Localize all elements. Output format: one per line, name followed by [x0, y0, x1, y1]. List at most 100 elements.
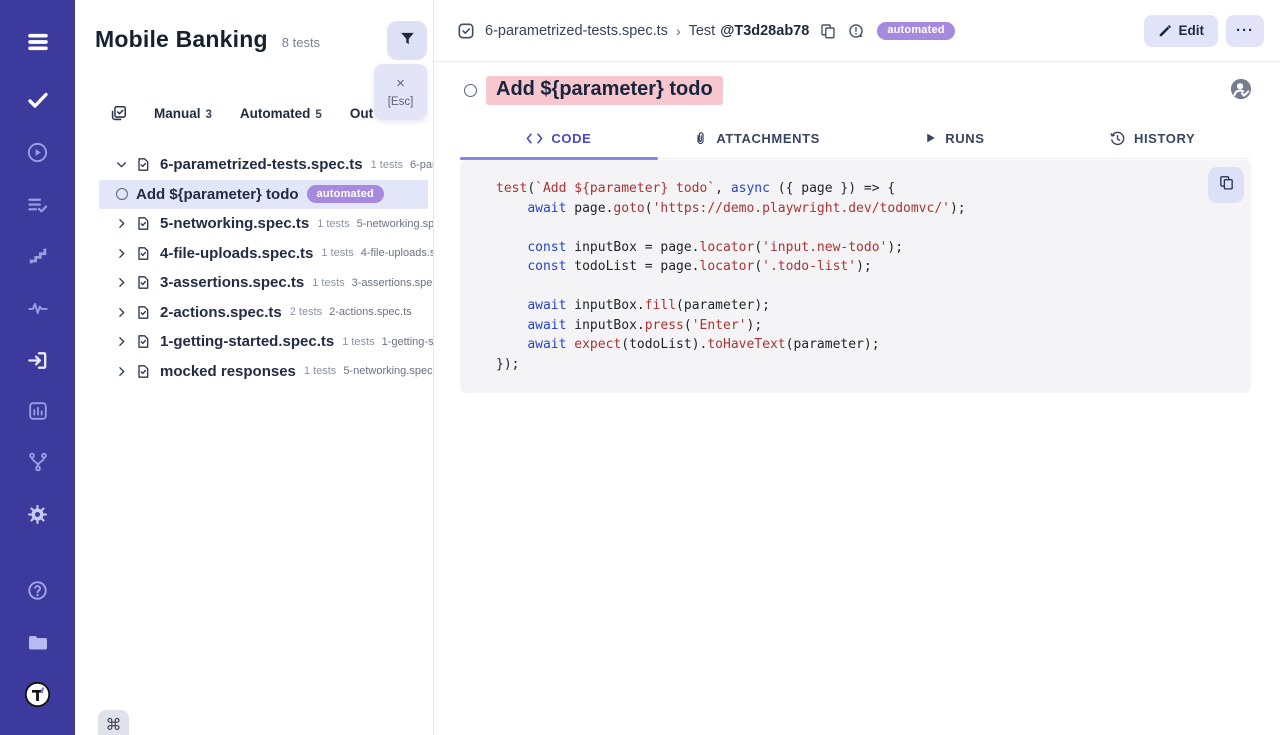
- command-icon: ⌘: [106, 715, 122, 735]
- breadcrumb-separator: ›: [676, 23, 681, 39]
- more-button[interactable]: ···: [1226, 15, 1264, 47]
- tab-history[interactable]: HISTORY: [1053, 118, 1251, 158]
- sidebar-item-analytics[interactable]: [0, 394, 75, 428]
- edit-button[interactable]: Edit: [1144, 15, 1219, 47]
- esc-hint: [Esc]: [388, 96, 414, 108]
- funnel-icon: [399, 30, 416, 52]
- suite-test-count: 1 tests: [321, 247, 353, 259]
- automated-badge: automated: [877, 22, 954, 40]
- tree-suite-row[interactable]: 6-parametrized-tests.spec.ts1 tests6-par…: [75, 150, 433, 180]
- filter-button[interactable]: [387, 21, 427, 60]
- code-line: [496, 218, 1251, 238]
- chevron-right-icon[interactable]: [115, 247, 130, 260]
- top-actions: Edit ···: [1144, 15, 1265, 47]
- suite-test-count: 1 tests: [342, 336, 374, 348]
- suite-file-path: 6-para: [410, 159, 433, 171]
- check-icon: [26, 88, 50, 112]
- paperclip-icon: [693, 130, 708, 147]
- close-icon[interactable]: ×: [396, 76, 405, 92]
- file-check-icon: [135, 245, 151, 262]
- code-line: await page.goto('https://demo.playwright…: [496, 199, 1251, 219]
- list-check-icon: [26, 194, 49, 217]
- sidebar-item-plans[interactable]: [0, 188, 75, 222]
- tree-suite-row[interactable]: 5-networking.spec.ts1 tests5-networking.…: [75, 209, 433, 239]
- breadcrumb: 6-parametrized-tests.spec.ts › Test @T3d…: [456, 21, 955, 41]
- sidebar-item-signin[interactable]: [0, 343, 75, 377]
- tab-code[interactable]: CODE: [460, 118, 658, 158]
- command-shortcut-button[interactable]: ⌘: [98, 710, 129, 735]
- tab-label: ATTACHMENTS: [716, 131, 820, 146]
- tab-attachments[interactable]: ATTACHMENTS: [658, 118, 856, 158]
- bar-chart-icon: [27, 400, 49, 422]
- suite-name: 2-actions.spec.ts: [160, 304, 282, 321]
- code-line: await inputBox.fill(parameter);: [496, 296, 1251, 316]
- history-alert-icon[interactable]: [847, 22, 865, 40]
- tree-suite-row[interactable]: 2-actions.spec.ts2 tests2-actions.spec.t…: [75, 298, 433, 328]
- suite-test-count: 1 tests: [371, 159, 403, 171]
- menu-icon: [25, 29, 51, 55]
- chevron-right-icon[interactable]: [115, 276, 130, 289]
- chevron-down-icon[interactable]: [115, 158, 130, 171]
- suite-name: 5-networking.spec.ts: [160, 215, 309, 232]
- breadcrumb-label: Test: [689, 23, 716, 39]
- code-line: await inputBox.press('Enter');: [496, 316, 1251, 336]
- code-line: });: [496, 355, 1251, 375]
- filter-tab-count: 5: [315, 109, 321, 121]
- filter-tab-label: Manual: [154, 106, 201, 121]
- logo-icon: [24, 681, 51, 708]
- sidebar: [0, 0, 75, 735]
- pulse-icon: [27, 297, 49, 319]
- app: Mobile Banking 8 tests × [Esc] Manual3 Au…: [0, 0, 1280, 735]
- project-title: Mobile Banking: [95, 26, 268, 53]
- code-panel: test(`Add ${parameter} todo`, async ({ p…: [460, 160, 1251, 393]
- ellipsis-icon: ···: [1236, 22, 1254, 39]
- sidebar-item-menu[interactable]: [0, 25, 75, 59]
- file-check-icon: [135, 333, 151, 350]
- filter-tab-manual[interactable]: Manual3: [154, 106, 212, 121]
- code-block: test(`Add ${parameter} todo`, async ({ p…: [496, 179, 1251, 374]
- breadcrumb-file[interactable]: 6-parametrized-tests.spec.ts: [485, 23, 668, 39]
- tree-suite-row[interactable]: 4-file-uploads.spec.ts1 tests4-file-uplo…: [75, 239, 433, 269]
- chevron-right-icon[interactable]: [115, 335, 130, 348]
- chevron-right-icon[interactable]: [115, 365, 130, 378]
- tree-suite-row[interactable]: 1-getting-started.spec.ts1 tests1-gettin…: [75, 327, 433, 357]
- code-line: [496, 277, 1251, 297]
- filter-tab-label: Automated: [240, 106, 311, 121]
- sidebar-item-milestones[interactable]: [0, 239, 75, 273]
- filter-tab-automated[interactable]: Automated 5: [240, 106, 322, 121]
- file-check-icon: [135, 363, 151, 380]
- suite-name: 4-file-uploads.spec.ts: [160, 245, 313, 262]
- filter-tab-label: Out: [350, 106, 373, 121]
- sidebar-item-settings[interactable]: [0, 497, 75, 531]
- code-line: const todoList = page.locator('.todo-lis…: [496, 257, 1251, 277]
- suite-file-path: 3-assertions.spec.t: [352, 277, 433, 289]
- tab-label: RUNS: [945, 131, 984, 146]
- play-circle-icon: [26, 141, 49, 164]
- sidebar-item-tests[interactable]: [0, 83, 75, 117]
- chevron-right-icon[interactable]: [115, 217, 130, 230]
- tab-runs[interactable]: RUNS: [856, 118, 1054, 158]
- sign-in-icon: [26, 349, 49, 372]
- tree-test-row[interactable]: Add ${parameter} todoautomated: [99, 180, 428, 210]
- main-topbar: 6-parametrized-tests.spec.ts › Test @T3d…: [434, 0, 1280, 62]
- filter-tab-out[interactable]: Out: [350, 106, 373, 121]
- copy-id-icon[interactable]: [819, 22, 837, 40]
- sidebar-item-files[interactable]: [0, 626, 75, 660]
- sidebar-item-pulse[interactable]: [0, 291, 75, 325]
- explorer-header: Mobile Banking 8 tests: [95, 26, 320, 53]
- pencil-icon: [1158, 24, 1172, 38]
- gear-icon: [26, 503, 49, 526]
- test-state-icon: [464, 84, 477, 97]
- chevron-right-icon[interactable]: [115, 306, 130, 319]
- tree-suite-row[interactable]: mocked responses1 tests5-networking.spec…: [75, 357, 433, 387]
- assignee-avatar[interactable]: [1230, 78, 1252, 100]
- tree-suite-row[interactable]: 3-assertions.spec.ts1 tests3-assertions.…: [75, 268, 433, 298]
- suite-file-path: 5-networking.spe: [357, 218, 433, 230]
- select-all-icon[interactable]: [109, 104, 128, 123]
- sidebar-item-branches[interactable]: [0, 445, 75, 479]
- sidebar-item-help[interactable]: [0, 573, 75, 607]
- sidebar-item-runs[interactable]: [0, 135, 75, 169]
- git-branch-icon: [27, 451, 49, 473]
- copy-code-button[interactable]: [1208, 167, 1244, 203]
- steps-icon: [27, 245, 49, 267]
